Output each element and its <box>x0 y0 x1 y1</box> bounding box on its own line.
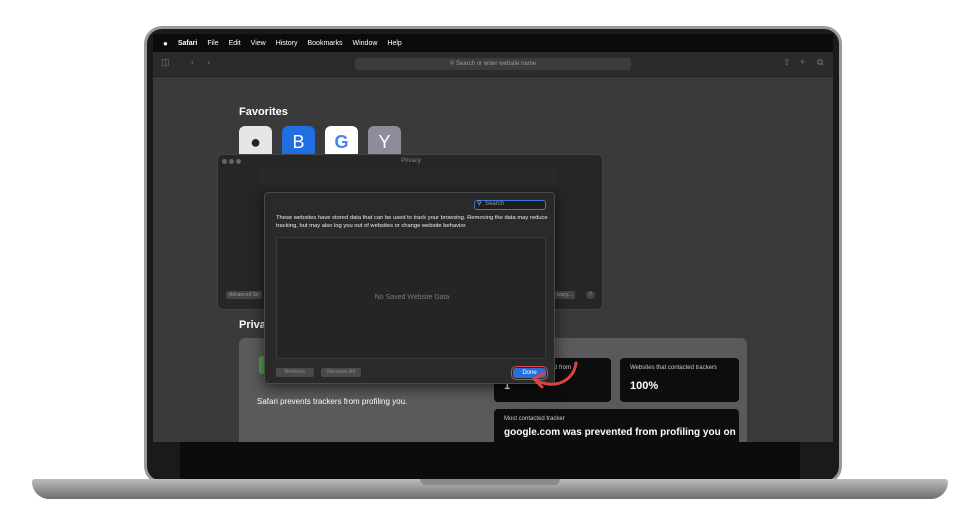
manage-privacy-button[interactable]: ivacy... <box>554 291 576 299</box>
menu-window[interactable]: Window <box>353 40 378 47</box>
apple-icon[interactable]: ● <box>163 39 168 48</box>
forward-icon[interactable]: › <box>207 57 210 67</box>
menu-file[interactable]: File <box>207 40 218 47</box>
most-contacted-tracker: Most contacted tracker google.com was pr… <box>494 409 739 442</box>
website-search-input[interactable]: ⚲ Search <box>474 200 546 210</box>
menu-bookmarks[interactable]: Bookmarks <box>307 40 342 47</box>
stat-websites-contacted: Websites that contacted trackers 100% <box>620 358 739 402</box>
help-button[interactable]: ? <box>586 291 595 299</box>
menu-bar: ● Safari File Edit View History Bookmark… <box>153 34 833 52</box>
address-bar[interactable]: ⚲ Search or enter website name <box>355 58 631 70</box>
most-contacted-value: google.com was prevented from profiling … <box>504 427 736 438</box>
tabs-overview-icon[interactable]: ⧉ <box>817 57 823 68</box>
website-data-list[interactable]: No Saved Website Data <box>276 237 546 359</box>
preferences-tabbar <box>258 169 558 185</box>
website-data-sheet: ⚲ Search These websites have stored data… <box>264 192 555 384</box>
empty-list-message: No Saved Website Data <box>374 294 450 301</box>
menu-help[interactable]: Help <box>387 40 401 47</box>
remove-all-button[interactable]: Remove All <box>321 368 361 377</box>
laptop-notch <box>420 479 560 485</box>
menu-edit[interactable]: Edit <box>229 40 241 47</box>
search-placeholder: Search <box>485 201 505 207</box>
screen: ● Safari File Edit View History Bookmark… <box>153 34 833 442</box>
search-icon: ⚲ <box>477 201 482 207</box>
menu-history[interactable]: History <box>276 40 298 47</box>
sheet-description: These websites have stored data that can… <box>276 215 548 229</box>
remove-button[interactable]: Remove <box>276 368 314 377</box>
advanced-settings-button[interactable]: Advanced Se <box>226 291 262 299</box>
sidebar-icon[interactable]: ◫ <box>161 57 170 68</box>
stat2-label: Websites that contacted trackers <box>630 365 717 371</box>
most-contacted-label: Most contacted tracker <box>504 416 565 422</box>
menu-view[interactable]: View <box>251 40 266 47</box>
search-icon: ⚲ <box>449 61 455 67</box>
annotation-arrow-icon <box>532 361 578 389</box>
address-placeholder: Search or enter website name <box>456 61 537 67</box>
back-icon[interactable]: ‹ <box>191 57 194 67</box>
share-icon[interactable]: ⇧ <box>783 57 791 68</box>
new-tab-icon[interactable]: + <box>800 57 805 67</box>
laptop-hinge <box>180 442 800 479</box>
menu-safari[interactable]: Safari <box>178 40 197 47</box>
apple-icon: ● <box>250 132 261 152</box>
privacy-report-message: Safari prevents trackers from profiling … <box>257 397 408 406</box>
stat2-value: 100% <box>630 380 659 392</box>
browser-toolbar: ◫ ‹ › ⚲ Search or enter website name ⇧ +… <box>153 52 833 77</box>
preferences-title: Privacy <box>401 158 421 164</box>
favorites-title: Favorites <box>239 106 288 118</box>
